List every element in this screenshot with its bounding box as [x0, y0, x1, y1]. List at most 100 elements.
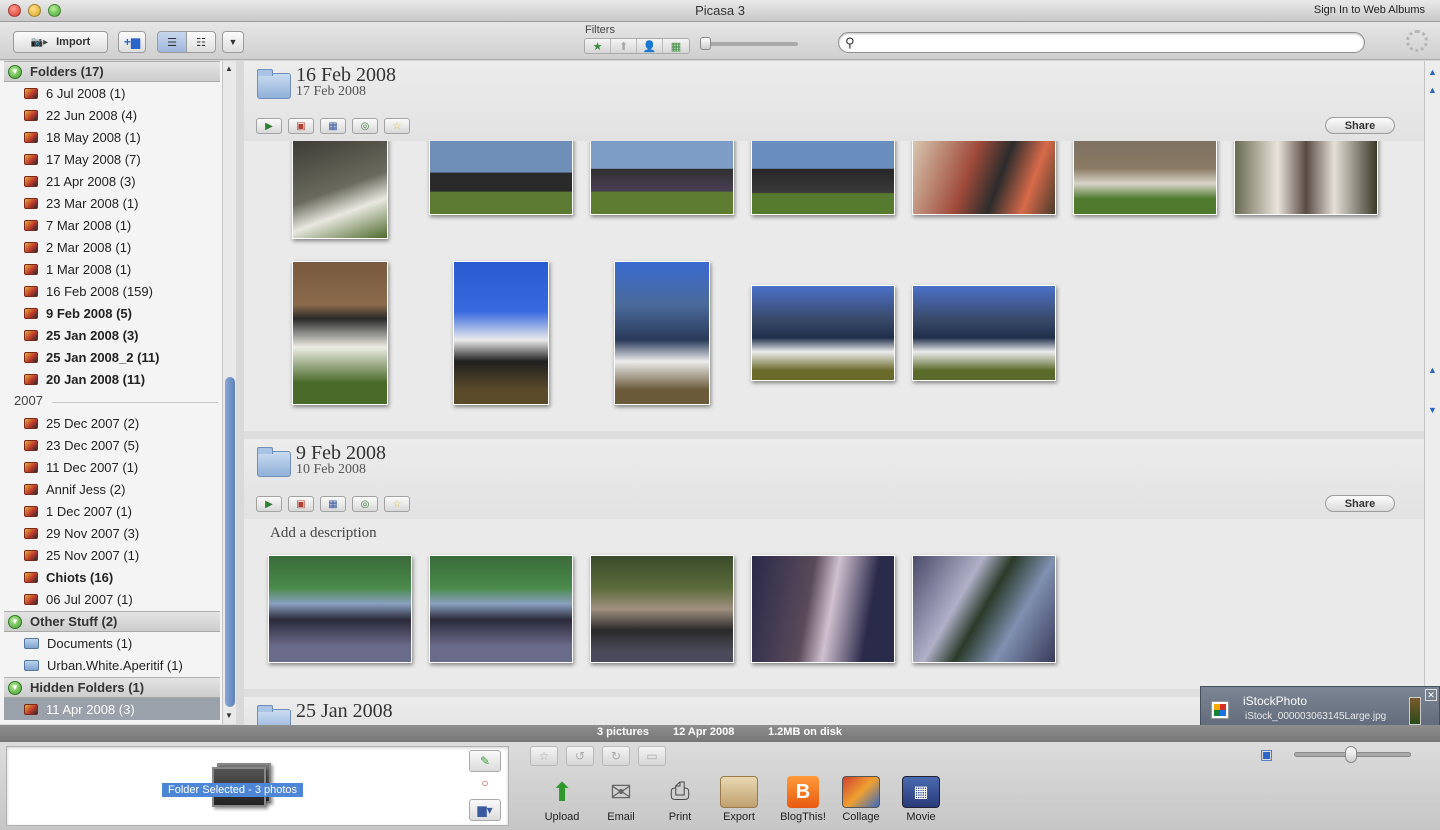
photo-thumbnail[interactable] [1234, 137, 1378, 215]
clear-selection-icon[interactable]: ○ [469, 772, 501, 794]
sidebar-folder[interactable]: 21 Apr 2008 (3) [4, 170, 220, 192]
sidebar-folder[interactable]: Annif Jess (2) [4, 478, 220, 500]
photo-thumbnail[interactable] [751, 137, 895, 215]
sidebar-folder[interactable]: 9 Feb 2008 (5) [4, 302, 220, 324]
photo-thumbnail[interactable] [1073, 137, 1217, 215]
sidebar-folder[interactable]: 29 Nov 2007 (3) [4, 522, 220, 544]
sidebar-folder[interactable]: 16 Feb 2008 (159) [4, 280, 220, 302]
page-up-icon[interactable]: ▲ [1428, 365, 1437, 375]
hold-selection-pin-icon[interactable]: ✎ [469, 750, 501, 772]
web-album-icon[interactable]: ◎ [352, 496, 378, 512]
rotate-left-icon[interactable]: ↺ [566, 746, 594, 766]
library-scrollbar[interactable]: ▲ ▲ ▲ ▼ [1424, 61, 1440, 725]
folders-section-header[interactable]: ▼ Folders (17) [4, 61, 220, 82]
scroll-down-icon[interactable]: ▼ [225, 711, 233, 720]
thumbnail-size-knob[interactable] [1345, 746, 1357, 763]
sidebar-folder[interactable]: 06 Jul 2007 (1) [4, 588, 220, 610]
search-box[interactable]: ⚲ [838, 32, 1365, 53]
upload-button[interactable]: ⬆ Upload [535, 776, 589, 824]
photo-thumbnail[interactable] [429, 555, 573, 663]
star-icon[interactable]: ☆ [384, 118, 410, 134]
sidebar-folder[interactable]: 18 May 2008 (1) [4, 126, 220, 148]
sidebar-folder[interactable]: Urban.White.Aperitif (1) [4, 654, 220, 676]
collage-icon[interactable]: ▦ [320, 496, 346, 512]
view-options-button[interactable]: ▼ [222, 31, 244, 53]
add-to-album-button[interactable]: +▆ [118, 31, 146, 53]
photo-thumbnail[interactable] [429, 137, 573, 215]
photo-thumbnail[interactable] [751, 285, 895, 381]
page-down-icon[interactable]: ▼ [1428, 405, 1437, 415]
star-filter-icon[interactable]: ★ [585, 39, 611, 53]
folder-view-button[interactable]: ☰ [157, 31, 187, 53]
movie-button[interactable]: ▦ Movie [894, 776, 948, 823]
rotate-right-icon[interactable]: ↻ [602, 746, 630, 766]
sidebar-folder[interactable]: 1 Dec 2007 (1) [4, 500, 220, 522]
album-icon[interactable]: ▭ [638, 746, 666, 766]
edit-photo-icon[interactable]: ▣ [288, 496, 314, 512]
sign-in-link[interactable]: Sign In to Web Albums [1314, 4, 1425, 16]
share-button[interactable]: Share [1325, 117, 1395, 134]
sidebar-folder[interactable]: 25 Jan 2008 (3) [4, 324, 220, 346]
folder-title[interactable]: 25 Jan 2008 [296, 700, 393, 723]
photo-thumbnail[interactable] [590, 555, 734, 663]
play-slideshow-icon[interactable]: ▶ [256, 496, 282, 512]
sidebar-folder[interactable]: 2 Mar 2008 (1) [4, 236, 220, 258]
photo-thumbnail[interactable] [912, 555, 1056, 663]
other-stuff-section-header[interactable]: ▼ Other Stuff (2) [4, 611, 220, 632]
disclosure-triangle-icon[interactable]: ▼ [8, 614, 22, 629]
date-filter-slider[interactable] [705, 42, 798, 46]
blogthis-button[interactable]: B BlogThis! [776, 776, 830, 823]
sidebar-folder-selected[interactable]: 11 Apr 2008 (3) [4, 698, 220, 720]
photo-thumbnail[interactable] [292, 261, 388, 405]
scroll-top-icon[interactable]: ▲ [1428, 67, 1437, 77]
tree-view-button[interactable]: ☷ [186, 31, 216, 53]
edit-photo-icon[interactable]: ▣ [288, 118, 314, 134]
sidebar-folder[interactable]: 20 Jan 2008 (11) [4, 368, 220, 390]
scroll-up-icon[interactable]: ▲ [225, 64, 233, 73]
play-slideshow-icon[interactable]: ▶ [256, 118, 282, 134]
star-icon[interactable]: ☆ [530, 746, 558, 766]
sidebar-folder[interactable]: 25 Dec 2007 (2) [4, 412, 220, 434]
scroll-up-icon[interactable]: ▲ [1428, 85, 1437, 95]
sidebar-folder[interactable]: 23 Dec 2007 (5) [4, 434, 220, 456]
sidebar-folder[interactable]: Documents (1) [4, 632, 220, 654]
photo-thumbnail[interactable] [453, 261, 549, 405]
photo-thumbnail[interactable] [912, 137, 1056, 215]
sidebar-folder[interactable]: 25 Nov 2007 (1) [4, 544, 220, 566]
photo-thumbnail[interactable] [751, 555, 895, 663]
photo-thumbnail[interactable] [590, 137, 734, 215]
disclosure-triangle-icon[interactable]: ▼ [8, 680, 22, 695]
photo-thumbnail[interactable] [912, 285, 1056, 381]
sidebar-folder[interactable]: Chiots (16) [4, 566, 220, 588]
sidebar-folder[interactable]: 23 Mar 2008 (1) [4, 192, 220, 214]
collage-icon[interactable]: ▦ [320, 118, 346, 134]
uploaded-filter-icon[interactable]: ⬆ [611, 39, 637, 53]
photo-thumbnail[interactable] [292, 137, 388, 239]
sidebar-folder[interactable]: 25 Jan 2008_2 (11) [4, 346, 220, 368]
web-album-icon[interactable]: ◎ [352, 118, 378, 134]
sidebar-folder[interactable]: 1 Mar 2008 (1) [4, 258, 220, 280]
print-button[interactable]: ⎙ Print [653, 776, 707, 823]
sidebar-scrollbar[interactable]: ▲ ▼ [222, 61, 236, 724]
sidebar-scroll-thumb[interactable] [225, 377, 235, 707]
selection-tray[interactable]: Folder Selected - 3 photos [6, 746, 509, 826]
date-filter-knob[interactable] [700, 37, 711, 50]
sidebar-folder[interactable]: 17 May 2008 (7) [4, 148, 220, 170]
email-button[interactable]: ✉ Email [594, 776, 648, 824]
hidden-folders-section-header[interactable]: ▼ Hidden Folders (1) [4, 677, 220, 698]
people-filter-icon[interactable]: 👤 [637, 39, 663, 53]
sidebar-folder[interactable]: 7 Mar 2008 (1) [4, 214, 220, 236]
disclosure-triangle-icon[interactable]: ▼ [8, 64, 22, 79]
sidebar-folder[interactable]: 6 Jul 2008 (1) [4, 82, 220, 104]
photo-thumbnail[interactable] [268, 555, 412, 663]
import-button[interactable]: 📷▸ Import [13, 31, 108, 53]
movie-filter-icon[interactable]: ▦ [663, 39, 689, 53]
search-input[interactable] [863, 35, 1353, 50]
add-to-album-dropdown-icon[interactable]: ▆▾ [469, 799, 501, 821]
close-icon[interactable]: ✕ [1425, 689, 1437, 701]
star-icon[interactable]: ☆ [384, 496, 410, 512]
photo-thumbnail[interactable] [614, 261, 710, 405]
folder-description[interactable]: Add a description [270, 525, 377, 542]
sidebar-folder[interactable]: 11 Dec 2007 (1) [4, 456, 220, 478]
sidebar-folder[interactable]: 22 Jun 2008 (4) [4, 104, 220, 126]
